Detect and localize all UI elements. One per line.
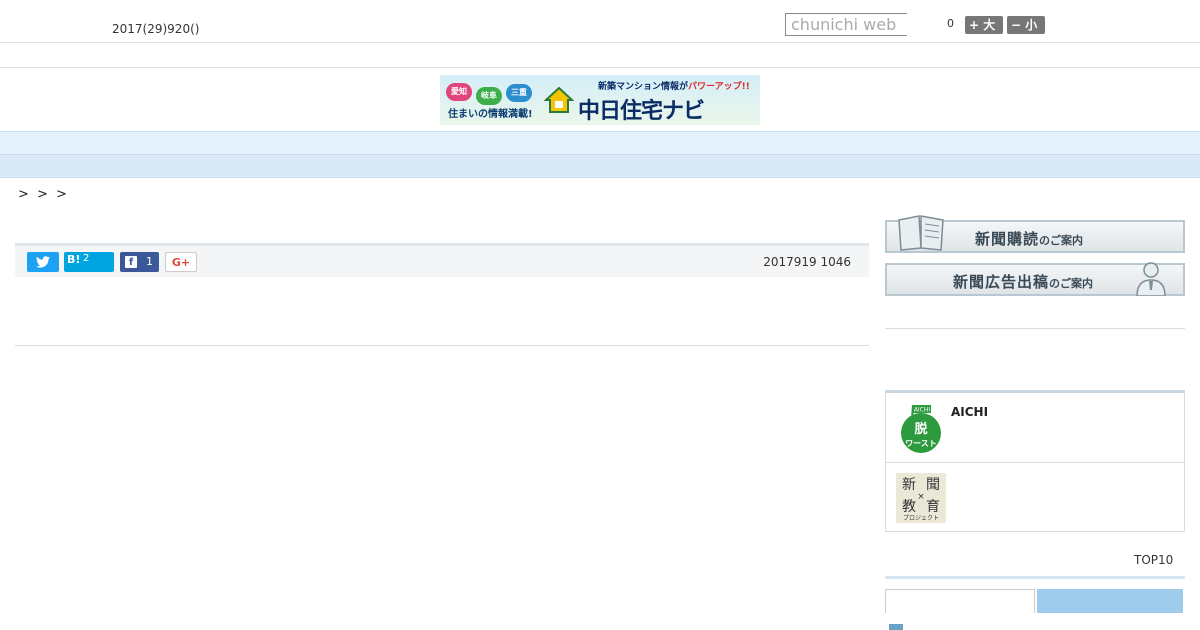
open-newspaper-icon <box>898 215 944 251</box>
aichi-icon-sub-text: ワースト <box>905 439 937 448</box>
subscription-main-text: 新聞購読 <box>975 230 1040 248</box>
newspaper-subscription-button[interactable]: 新聞購読のご案内 <box>885 215 1185 253</box>
font-size-indicator: 0 <box>947 17 954 30</box>
subscription-suffix-text: のご案内 <box>1039 234 1084 247</box>
sidebar-divider <box>885 328 1185 329</box>
advertising-main-text: 新聞広告出稿 <box>953 273 1050 291</box>
edu-icon-char-3: 教 <box>902 499 916 515</box>
businessman-icon <box>1136 262 1166 296</box>
promo-aichi-title: AICHI <box>951 405 989 419</box>
rank-1-badge <box>889 624 903 630</box>
search-input[interactable] <box>785 13 907 36</box>
twitter-icon <box>36 256 50 268</box>
google-plus-button[interactable]: G+ <box>165 252 197 272</box>
edu-icon-sub-text: プロジェクト <box>903 515 939 522</box>
banner-brand: 中日住宅ナビ <box>578 99 705 124</box>
article-divider <box>15 345 869 346</box>
twitter-share-button[interactable] <box>27 252 59 272</box>
housing-navi-banner[interactable]: 愛知 岐阜 三重 住まいの情報満載! 中日住宅ナビ 新築マンション情報がパワーア… <box>440 75 760 125</box>
banner-catch-prefix: 新築マンション情報が <box>598 82 689 92</box>
facebook-icon: f <box>125 256 137 268</box>
facebook-share-button[interactable]: f 1 <box>120 252 159 272</box>
newspaper-education-icon: 新 聞 × 教 育 プロジェクト <box>896 473 946 523</box>
newspaper-advertising-button[interactable]: 新聞広告出稿のご案内 <box>885 262 1185 296</box>
edu-icon-char-1: 新 <box>902 477 916 493</box>
banner-catch-highlight: パワーアップ!! <box>688 82 750 92</box>
current-date: 2017(29)920() <box>112 22 200 36</box>
edu-icon-char-2: 聞 <box>926 477 940 493</box>
subscription-label: 新聞購読のご案内 <box>975 228 1083 249</box>
top-bar: 2017(29)920() 0 + 大 − 小 <box>0 0 1200 43</box>
ranking-tab-inactive[interactable] <box>1037 589 1183 613</box>
ranking-tabs-line <box>885 576 1185 579</box>
advertising-label: 新聞広告出稿のご案内 <box>953 271 1093 292</box>
ranking-tab-active[interactable] <box>885 589 1035 613</box>
aichi-icon-text: AICHI <box>914 407 931 414</box>
edu-icon-char-4: 育 <box>926 499 940 515</box>
font-size-decrease-button[interactable]: − 小 <box>1007 16 1045 34</box>
promo-newspaper-education-row[interactable]: 新 聞 × 教 育 プロジェクト <box>886 463 1184 533</box>
banner-catchphrase: 新築マンション情報がパワーアップ!! <box>598 79 750 92</box>
font-size-increase-button[interactable]: + 大 <box>965 16 1003 34</box>
advertising-suffix-text: のご案内 <box>1049 277 1094 290</box>
ranking-top10-label: TOP10 <box>1134 553 1174 567</box>
published-date: 2017919 1046 <box>763 255 851 269</box>
share-bar: B! 2 f 1 G+ 2017919 1046 <box>15 243 869 277</box>
house-icon <box>544 86 574 113</box>
hatena-count: 2 <box>83 253 90 264</box>
banner-bubble-gifu: 岐阜 <box>476 87 502 105</box>
sub-nav-band <box>0 155 1200 178</box>
aichi-worst-icon: AICHI 脱 ワースト <box>901 404 941 453</box>
svg-text:×: × <box>917 492 925 502</box>
promo-aichi-row[interactable]: AICHI 脱 ワースト AICHI <box>886 393 1184 463</box>
hatena-bookmark-button[interactable]: B! 2 <box>64 252 114 272</box>
global-nav <box>0 131 1200 155</box>
facebook-count: 1 <box>146 255 153 268</box>
sub-header-bar <box>0 44 1200 68</box>
banner-bubble-aichi: 愛知 <box>446 83 472 101</box>
banner-tagline: 住まいの情報満載! <box>448 109 533 120</box>
aichi-icon-main-text: 脱 <box>914 421 927 437</box>
promo-box: AICHI 脱 ワースト AICHI 新 聞 × 教 育 プロジェクト <box>885 390 1185 532</box>
hatena-label: B! <box>67 253 81 266</box>
breadcrumb[interactable]: > > > <box>18 187 67 202</box>
banner-bubble-mie: 三重 <box>506 84 532 102</box>
